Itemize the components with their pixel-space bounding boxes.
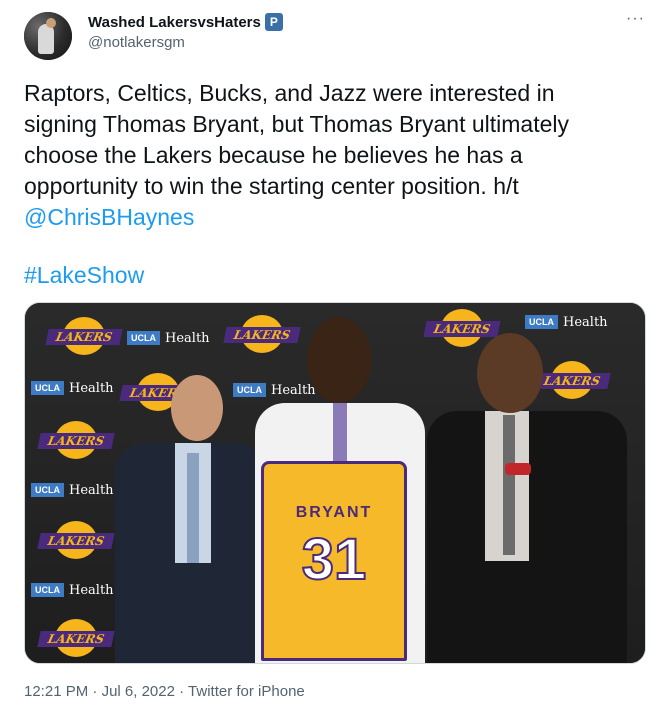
lakers-logo: LAKERS	[223, 315, 301, 353]
tweet-text: Raptors, Celtics, Bucks, and Jazz were i…	[24, 78, 644, 233]
tweet-text-line: choose the Lakers because he believes he…	[24, 142, 523, 168]
footer-separator: ·	[179, 683, 185, 700]
ucla-health-sign: UCLA Health	[31, 581, 114, 599]
author-name-row: Washed LakersvsHaters P	[88, 12, 283, 32]
avatar-figure-head	[46, 18, 56, 28]
parody-badge-icon: P	[264, 13, 283, 31]
lakers-logo: LAKERS	[37, 619, 115, 657]
lakers-logo: LAKERS	[45, 317, 123, 355]
lakers-jersey: BRYANT 31	[261, 461, 407, 661]
author-display-name[interactable]: Washed LakersvsHaters	[88, 14, 261, 31]
tweet-time[interactable]: 12:21 PM	[24, 683, 88, 700]
lakers-logo: LAKERS	[37, 421, 115, 459]
ucla-health-sign: UCLA Health	[31, 481, 114, 499]
more-options-icon[interactable]: ···	[626, 10, 645, 28]
ucla-health-sign: UCLA Health	[525, 313, 608, 331]
avatar[interactable]	[24, 12, 72, 60]
avatar-figure	[38, 24, 54, 54]
tweet-text-line: opportunity to win the starting center p…	[24, 173, 519, 199]
tweet-source[interactable]: Twitter for iPhone	[188, 683, 305, 700]
lakers-logo: LAKERS	[533, 361, 611, 399]
ucla-health-sign: UCLA Health	[127, 329, 210, 347]
tweet-text-line: signing Thomas Bryant, but Thomas Bryant…	[24, 111, 570, 137]
tweet-text-line: Raptors, Celtics, Bucks, and Jazz were i…	[24, 80, 555, 106]
lakers-logo: LAKERS	[37, 521, 115, 559]
jersey-number: 31	[301, 526, 368, 593]
tweet-date[interactable]: Jul 6, 2022	[102, 683, 175, 700]
tweet-photo[interactable]: LAKERS LAKERS LAKERS LAKERS LAKERS LAKER…	[24, 302, 646, 664]
ucla-health-sign: UCLA Health	[31, 379, 114, 397]
author-handle[interactable]: @notlakersgm	[88, 34, 185, 51]
footer-separator: ·	[92, 683, 98, 700]
jersey-name: BRYANT	[295, 504, 373, 521]
hashtag-link[interactable]: #LakeShow	[24, 262, 144, 288]
tweet-footer: 12:21 PM · Jul 6, 2022 · Twitter for iPh…	[24, 683, 305, 700]
mention-link[interactable]: @ChrisBHaynes	[24, 202, 644, 233]
tweet-card: Washed LakersvsHaters P @notlakersgm ···…	[0, 0, 664, 716]
ucla-health-sign: UCLA Health	[233, 381, 316, 399]
